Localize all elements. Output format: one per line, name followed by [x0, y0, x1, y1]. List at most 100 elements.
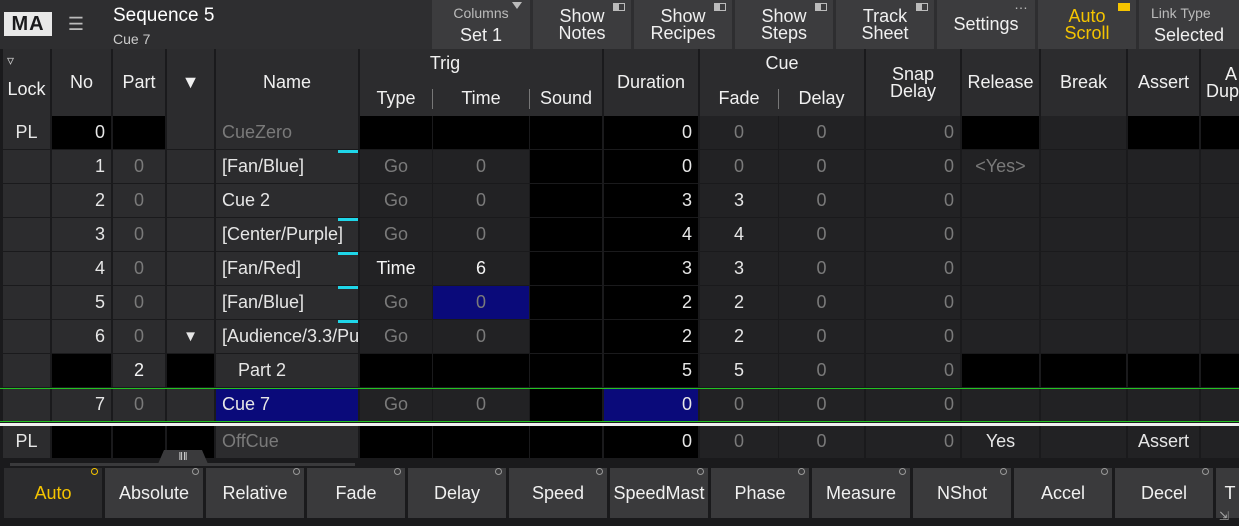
cell-name[interactable]: Part 2 [216, 354, 358, 387]
cell-type[interactable]: Go [360, 218, 432, 251]
cell-release[interactable] [962, 320, 1039, 353]
columns-button[interactable]: Columns Set 1 [432, 0, 530, 49]
cell-lock[interactable] [3, 286, 50, 319]
cell-part[interactable]: 0 [113, 218, 165, 251]
cell-assert[interactable] [1128, 150, 1199, 183]
cell-fade[interactable]: 0 [700, 150, 778, 183]
cell-assert[interactable]: Assert [1128, 425, 1199, 458]
cell-delay[interactable]: 0 [779, 388, 864, 421]
cell-sound[interactable] [530, 388, 602, 421]
cell-arrow[interactable] [167, 184, 214, 217]
cell-dup[interactable] [1201, 388, 1239, 421]
cell-delay[interactable]: 0 [779, 354, 864, 387]
cell-time[interactable]: 0 [433, 184, 529, 217]
cell-lock[interactable] [3, 184, 50, 217]
resize-corner-icon[interactable]: ⇲ [1219, 509, 1233, 523]
col-alldup[interactable]: A Dup [1201, 49, 1239, 116]
cell-delay[interactable]: 0 [779, 425, 864, 458]
cell-lock[interactable] [3, 388, 50, 421]
cell-type[interactable] [360, 116, 432, 149]
cell-part[interactable]: 0 [113, 286, 165, 319]
bottom-button-absolute[interactable]: Absolute [105, 468, 203, 518]
cell-dur[interactable]: 2 [604, 286, 698, 319]
cell-dup[interactable] [1201, 218, 1239, 251]
cell-break[interactable] [1041, 150, 1126, 183]
cell-type[interactable]: Time [360, 252, 432, 285]
cell-type[interactable] [360, 425, 432, 458]
cell-delay[interactable]: 0 [779, 150, 864, 183]
bottom-button-decel[interactable]: Decel [1115, 468, 1213, 518]
cell-assert[interactable] [1128, 320, 1199, 353]
cell-time[interactable]: 0 [433, 150, 529, 183]
col-type-label[interactable]: Type [360, 89, 432, 107]
cell-lock[interactable] [3, 252, 50, 285]
cell-time[interactable] [433, 354, 529, 387]
cell-release[interactable] [962, 116, 1039, 149]
show-notes-button[interactable]: Show Notes [533, 0, 631, 49]
bottom-button-phase[interactable]: Phase [711, 468, 809, 518]
cell-time[interactable] [433, 425, 529, 458]
bottom-button-auto[interactable]: Auto [4, 468, 102, 518]
cell-type[interactable]: Go [360, 320, 432, 353]
cell-name[interactable]: [Fan/Red] [216, 252, 358, 285]
cell-name[interactable]: Cue 7 [216, 388, 358, 421]
cell-part[interactable]: 2 [113, 354, 165, 387]
show-steps-button[interactable]: Show Steps [735, 0, 833, 49]
cell-snap[interactable]: 0 [866, 116, 960, 149]
cell-part[interactable]: 0 [113, 184, 165, 217]
col-fade-label[interactable]: Fade [700, 89, 778, 107]
cell-no[interactable]: 7 [52, 388, 111, 421]
cell-time[interactable]: 0 [433, 388, 529, 421]
cell-lock[interactable] [3, 354, 50, 387]
col-sound-label[interactable]: Sound [530, 89, 602, 107]
col-break[interactable]: Break [1041, 49, 1126, 116]
cell-snap[interactable]: 0 [866, 150, 960, 183]
col-part[interactable]: Part [113, 49, 165, 116]
cell-no[interactable]: 1 [52, 150, 111, 183]
cell-assert[interactable] [1128, 354, 1199, 387]
cell-no[interactable]: 5 [52, 286, 111, 319]
cell-type[interactable]: Go [360, 286, 432, 319]
bottom-button-speed[interactable]: Speed [509, 468, 607, 518]
cell-snap[interactable]: 0 [866, 252, 960, 285]
cell-arrow[interactable] [167, 218, 214, 251]
sort-down-icon[interactable]: ▼ [167, 49, 214, 116]
cell-name[interactable]: [Audience/3.3/Pur [216, 320, 358, 353]
cell-type[interactable]: Go [360, 184, 432, 217]
cell-fade[interactable]: 0 [700, 116, 778, 149]
cell-break[interactable] [1041, 320, 1126, 353]
cell-name[interactable]: [Center/Purple] [216, 218, 358, 251]
cell-sound[interactable] [530, 218, 602, 251]
cell-dur[interactable]: 5 [604, 354, 698, 387]
cell-assert[interactable] [1128, 184, 1199, 217]
cell-break[interactable] [1041, 425, 1126, 458]
cell-part[interactable]: 0 [113, 320, 165, 353]
bottom-button-delay[interactable]: Delay [408, 468, 506, 518]
cell-release[interactable] [962, 286, 1039, 319]
cell-sound[interactable] [530, 286, 602, 319]
cell-arrow[interactable] [167, 116, 214, 149]
cell-name[interactable]: OffCue [216, 425, 358, 458]
cell-dur[interactable]: 3 [604, 252, 698, 285]
cell-break[interactable] [1041, 252, 1126, 285]
grip-handle-icon[interactable]: ‖‖ [158, 450, 208, 464]
cell-delay[interactable]: 0 [779, 252, 864, 285]
cell-sound[interactable] [530, 252, 602, 285]
cell-lock[interactable] [3, 218, 50, 251]
cell-break[interactable] [1041, 116, 1126, 149]
link-type-button[interactable]: Link Type Selected [1139, 0, 1239, 49]
cell-sound[interactable] [530, 425, 602, 458]
cell-lock[interactable] [3, 320, 50, 353]
expand-arrow-icon[interactable]: ▼ [167, 320, 214, 353]
cell-dur[interactable]: 2 [604, 320, 698, 353]
cell-type[interactable] [360, 354, 432, 387]
cell-assert[interactable] [1128, 252, 1199, 285]
cell-name[interactable]: [Fan/Blue] [216, 150, 358, 183]
cell-fade[interactable]: 2 [700, 320, 778, 353]
cell-fade[interactable]: 3 [700, 252, 778, 285]
cell-fade[interactable]: 4 [700, 218, 778, 251]
list-menu-icon[interactable]: ☰ [66, 14, 86, 34]
col-assert[interactable]: Assert [1128, 49, 1199, 116]
cell-no[interactable]: 0 [52, 116, 111, 149]
cell-delay[interactable]: 0 [779, 218, 864, 251]
